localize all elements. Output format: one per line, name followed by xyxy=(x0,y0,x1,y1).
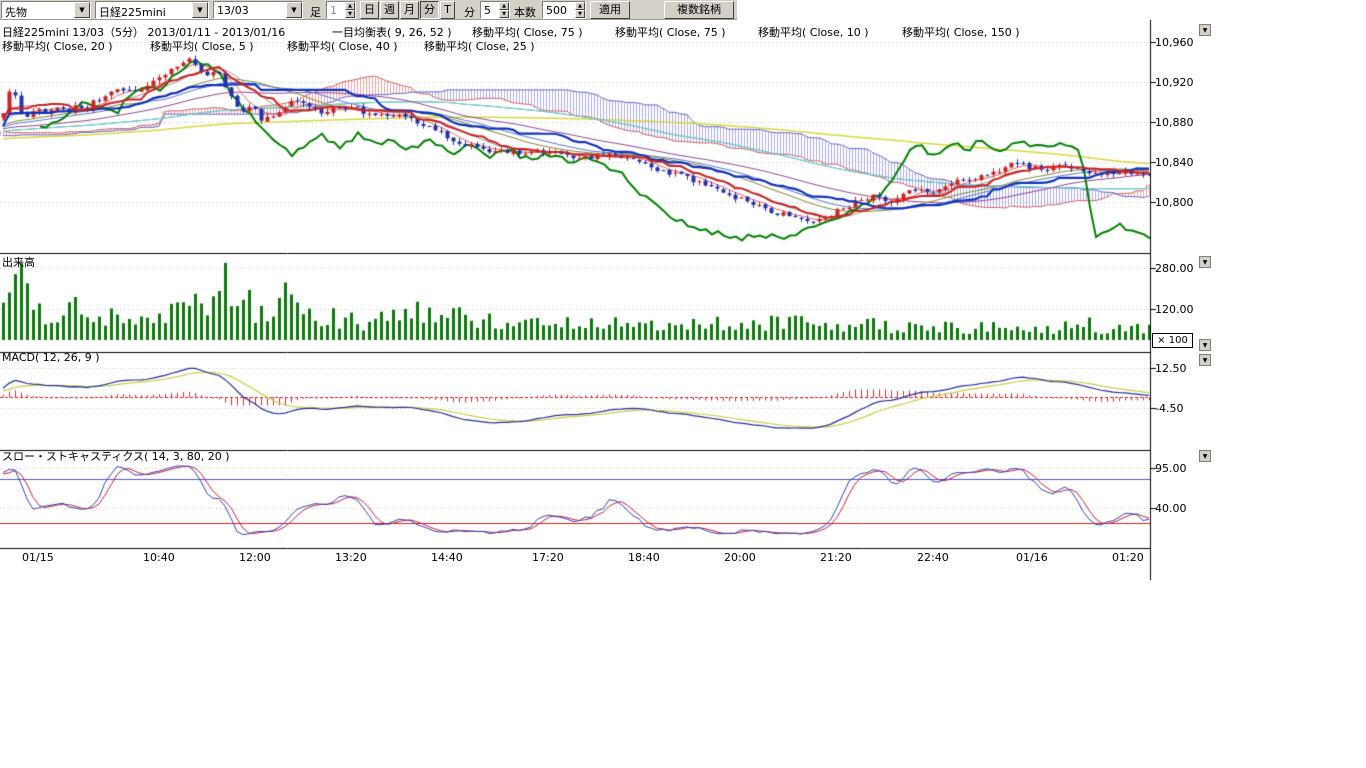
toolbar: 先物 ▼ 日経225mini ▼ 13/03 ▼ 足 1 ▲ ▼ 日 週 月 分… xyxy=(0,0,737,20)
symbol-dropdown[interactable]: 日経225mini ▼ xyxy=(95,1,209,19)
volume-multiplier-badge: × 100 xyxy=(1152,333,1193,348)
indicator-label-ma20: 移動平均( Close, 20 ) xyxy=(2,38,113,54)
chart-area[interactable] xyxy=(0,20,1211,580)
time-axis-label: 01/15 xyxy=(22,551,54,564)
contract-month-dropdown[interactable]: 13/03 ▼ xyxy=(213,1,303,19)
symbol-value: 日経225mini xyxy=(99,4,166,20)
macd-axis-label: 12.50 xyxy=(1155,362,1187,375)
stoch-axis-label: 95.00 xyxy=(1155,462,1187,475)
spin-up-icon[interactable]: ▲ xyxy=(499,2,509,10)
period-day-button[interactable]: 日 xyxy=(360,1,379,19)
spin-down-icon[interactable]: ▼ xyxy=(575,10,585,18)
stoch-panel-collapse-button[interactable]: ▼ xyxy=(1199,450,1211,462)
interval-value: 1 xyxy=(330,4,337,17)
bar-count-value: 500 xyxy=(546,4,567,17)
time-axis-label: 12:00 xyxy=(239,551,271,564)
instrument-type-dropdown[interactable]: 先物 ▼ xyxy=(1,1,91,19)
indicator-label-ma25: 移動平均( Close, 25 ) xyxy=(424,38,535,54)
volume-panel-title: 出来高 xyxy=(2,254,35,270)
interval-stepper[interactable]: 1 ▲ ▼ xyxy=(326,1,356,19)
volume-panel-collapse-button[interactable]: ▼ xyxy=(1199,256,1211,268)
spin-down-icon[interactable]: ▼ xyxy=(499,10,509,18)
period-week-button[interactable]: 週 xyxy=(380,1,399,19)
instrument-type-value: 先物 xyxy=(5,4,27,20)
time-axis-label: 10:40 xyxy=(143,551,175,564)
volume-scale-collapse-button[interactable]: ▼ xyxy=(1199,339,1211,351)
time-axis-label: 22:40 xyxy=(917,551,949,564)
bar-count-stepper[interactable]: 500 ▲ ▼ xyxy=(542,1,586,19)
time-axis-label: 18:40 xyxy=(628,551,660,564)
price-panel-collapse-button[interactable]: ▼ xyxy=(1199,24,1211,36)
price-axis-label: 10,840 xyxy=(1155,156,1194,169)
indicator-label-ma5: 移動平均( Close, 5 ) xyxy=(150,38,254,54)
time-axis-label: 17:20 xyxy=(532,551,564,564)
macd-panel-title: MACD( 12, 26, 9 ) xyxy=(2,351,100,364)
period-month-button[interactable]: 月 xyxy=(400,1,419,19)
time-axis-label: 14:40 xyxy=(431,551,463,564)
minute-value: 5 xyxy=(484,4,491,17)
apply-button[interactable]: 適用 xyxy=(590,1,630,19)
indicator-label-ma40: 移動平均( Close, 40 ) xyxy=(287,38,398,54)
price-axis-label: 10,800 xyxy=(1155,196,1194,209)
chevron-down-icon[interactable]: ▼ xyxy=(74,2,90,18)
spin-up-icon[interactable]: ▲ xyxy=(345,2,355,10)
time-axis-label: 21:20 xyxy=(820,551,852,564)
price-axis-label: 10,960 xyxy=(1155,36,1194,49)
indicator-label-ma150: 移動平均( Close, 150 ) xyxy=(902,24,1020,40)
stoch-axis-label: 40.00 xyxy=(1155,502,1187,515)
spin-down-icon[interactable]: ▼ xyxy=(345,10,355,18)
time-axis-label: 20:00 xyxy=(724,551,756,564)
contract-month-value: 13/03 xyxy=(217,4,249,17)
macd-panel-collapse-button[interactable]: ▼ xyxy=(1199,354,1211,366)
minute-label: 分 xyxy=(464,4,475,20)
volume-axis-label: 120.00 xyxy=(1155,303,1194,316)
multi-symbol-button[interactable]: 複数銘柄 xyxy=(664,1,734,19)
trading-app-window: { "toolbar": { "combos": [ { "name": "in… xyxy=(0,0,1366,768)
time-axis-label: 01/16 xyxy=(1016,551,1048,564)
indicator-label-ma10: 移動平均( Close, 10 ) xyxy=(758,24,869,40)
chevron-down-icon[interactable]: ▼ xyxy=(286,2,302,18)
price-axis-label: 10,920 xyxy=(1155,76,1194,89)
bar-count-label: 本数 xyxy=(514,4,536,20)
time-axis-label: 13:20 xyxy=(335,551,367,564)
minute-stepper[interactable]: 5 ▲ ▼ xyxy=(480,1,510,19)
price-axis-label: 10,880 xyxy=(1155,116,1194,129)
chevron-down-icon[interactable]: ▼ xyxy=(192,2,208,18)
period-minute-button[interactable]: 分 xyxy=(420,1,439,19)
bar-type-label: 足 xyxy=(310,4,321,20)
time-axis-label: 01:20 xyxy=(1112,551,1144,564)
period-tick-button[interactable]: T xyxy=(440,1,455,19)
indicator-label-ma75b: 移動平均( Close, 75 ) xyxy=(615,24,726,40)
spin-up-icon[interactable]: ▲ xyxy=(575,2,585,10)
macd-axis-label: -4.50 xyxy=(1155,402,1183,415)
volume-axis-label: 280.00 xyxy=(1155,262,1194,275)
stochastics-panel-title: スロー・ストキャスティクス( 14, 3, 80, 20 ) xyxy=(2,448,230,464)
